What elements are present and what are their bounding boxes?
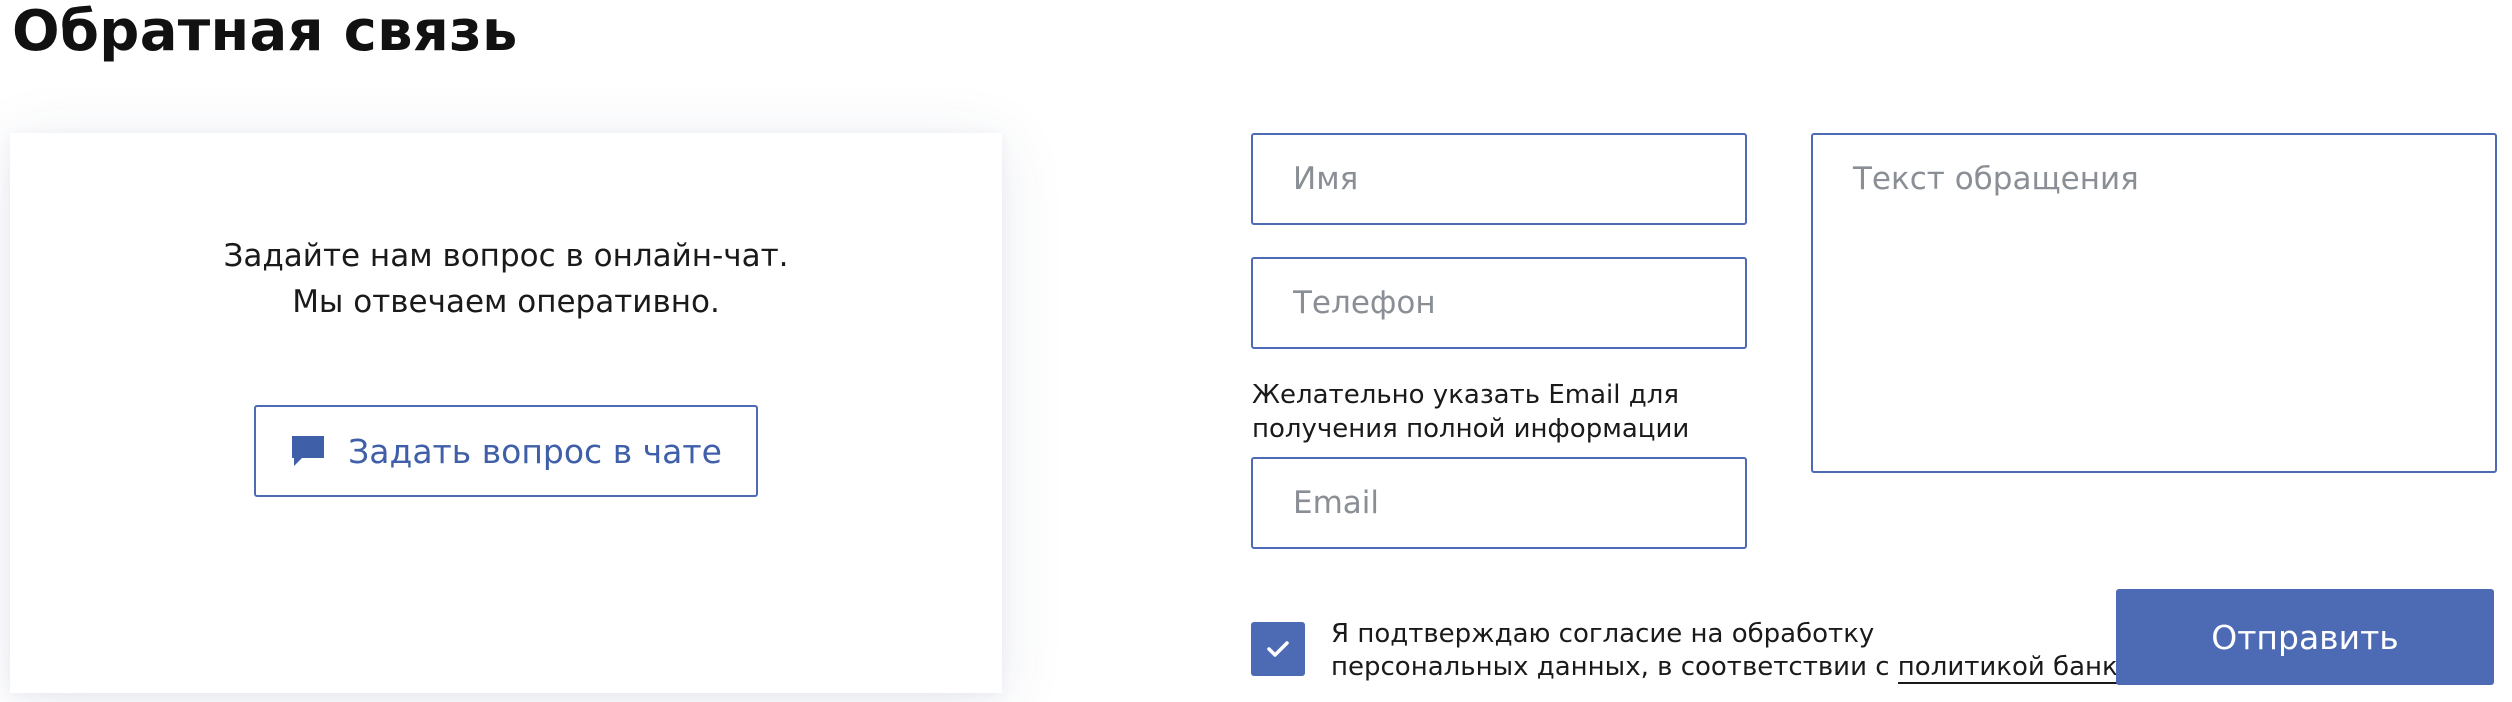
consent-line-1: Я подтверждаю согласие на обработку	[1331, 619, 1875, 649]
name-input[interactable]	[1251, 133, 1747, 225]
bank-policy-link[interactable]: политикой банка	[1897, 652, 2134, 684]
email-hint: Желательно указать Email для получения п…	[1252, 378, 1772, 446]
message-textarea[interactable]	[1811, 133, 2497, 473]
email-hint-line-1: Желательно указать Email для	[1252, 380, 1679, 410]
submit-button[interactable]: Отправить	[2116, 589, 2494, 685]
chat-bubble-icon	[290, 434, 326, 468]
email-hint-line-2: получения полной информации	[1252, 414, 1690, 444]
chat-intro-text: Задайте нам вопрос в онлайн-чат. Мы отве…	[10, 233, 1002, 325]
consent-text: Я подтверждаю согласие на обработку перс…	[1331, 618, 2151, 684]
chat-intro-line-1: Задайте нам вопрос в онлайн-чат.	[223, 238, 789, 274]
consent-line-2: персональных данных, в соответствии с	[1331, 652, 1898, 682]
phone-input[interactable]	[1251, 257, 1747, 349]
consent-checkbox[interactable]	[1251, 622, 1305, 676]
chat-card: Задайте нам вопрос в онлайн-чат. Мы отве…	[10, 133, 1002, 693]
email-input[interactable]	[1251, 457, 1747, 549]
ask-in-chat-label: Задать вопрос в чате	[348, 431, 722, 471]
page-title: Обратная связь	[12, 0, 518, 64]
chat-intro-line-2: Мы отвечаем оперативно.	[292, 284, 720, 320]
ask-in-chat-button[interactable]: Задать вопрос в чате	[254, 405, 758, 497]
checkmark-icon	[1267, 641, 1289, 657]
